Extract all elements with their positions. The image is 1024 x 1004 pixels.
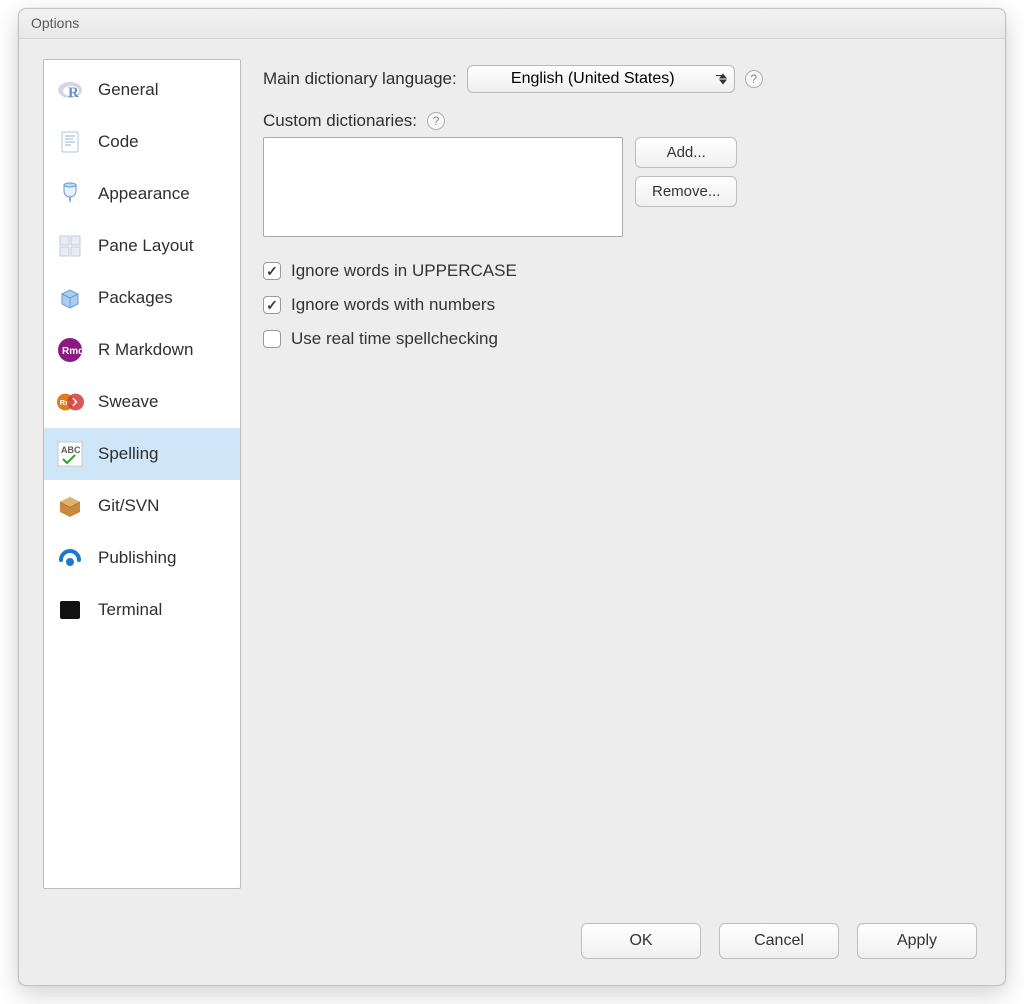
remove-button[interactable]: Remove... <box>635 176 737 207</box>
checkbox-label: Ignore words in UPPERCASE <box>291 261 517 281</box>
sidebar-item-label: Git/SVN <box>98 496 159 516</box>
check-ignore-numbers-row[interactable]: Ignore words with numbers <box>263 295 981 315</box>
language-select[interactable]: English (United States) <box>467 65 735 93</box>
sidebar-item-label: Code <box>98 132 139 152</box>
sidebar-item-label: Spelling <box>98 444 159 464</box>
sidebar-item-code[interactable]: Code <box>44 116 240 168</box>
dialog-body: R General Code <box>19 39 1005 917</box>
checkbox-label: Use real time spellchecking <box>291 329 498 349</box>
spellcheck-icon: ABC <box>56 440 84 468</box>
check-realtime-row[interactable]: Use real time spellchecking <box>263 329 981 349</box>
sidebar-item-label: Sweave <box>98 392 158 412</box>
rmd-icon: Rmd <box>56 336 84 364</box>
publish-icon <box>56 544 84 572</box>
add-button[interactable]: Add... <box>635 137 737 168</box>
sidebar-item-label: Packages <box>98 288 173 308</box>
sidebar-item-label: Publishing <box>98 548 176 568</box>
code-file-icon <box>56 128 84 156</box>
sweave-icon: Rnw <box>56 388 84 416</box>
checkbox-ignore-numbers[interactable] <box>263 296 281 314</box>
sidebar-item-general[interactable]: R General <box>44 64 240 116</box>
r-logo-icon: R <box>56 76 84 104</box>
terminal-icon <box>56 596 84 624</box>
custom-dict-label: Custom dictionaries: <box>263 111 417 131</box>
checkbox-label: Ignore words with numbers <box>291 295 495 315</box>
dialog-footer: OK Cancel Apply <box>19 917 1005 985</box>
sidebar-item-rmarkdown[interactable]: Rmd R Markdown <box>44 324 240 376</box>
sidebar-item-sweave[interactable]: Rnw Sweave <box>44 376 240 428</box>
sidebar-item-publishing[interactable]: Publishing <box>44 532 240 584</box>
sidebar-item-label: Pane Layout <box>98 236 193 256</box>
content-pane: Main dictionary language: English (Unite… <box>263 59 981 917</box>
options-dialog: Options R General <box>18 8 1006 986</box>
language-label: Main dictionary language: <box>263 69 457 89</box>
apply-button[interactable]: Apply <box>857 923 977 959</box>
sidebar-item-appearance[interactable]: Appearance <box>44 168 240 220</box>
svg-text:ABC: ABC <box>61 445 81 455</box>
help-icon[interactable]: ? <box>427 112 445 130</box>
sidebar-item-packages[interactable]: Packages <box>44 272 240 324</box>
checkbox-ignore-uppercase[interactable] <box>263 262 281 280</box>
updown-caret-icon <box>719 74 727 85</box>
dialog-title: Options <box>19 9 1005 39</box>
paint-bucket-icon <box>56 180 84 208</box>
ok-button[interactable]: OK <box>581 923 701 959</box>
cancel-button[interactable]: Cancel <box>719 923 839 959</box>
panes-icon <box>56 232 84 260</box>
sidebar-item-label: General <box>98 80 158 100</box>
check-ignore-uppercase-row[interactable]: Ignore words in UPPERCASE <box>263 261 981 281</box>
checkbox-realtime[interactable] <box>263 330 281 348</box>
sidebar-item-terminal[interactable]: Terminal <box>44 584 240 636</box>
svg-text:R: R <box>68 85 79 101</box>
sidebar-item-spelling[interactable]: ABC Spelling <box>44 428 240 480</box>
sidebar: R General Code <box>43 59 241 889</box>
sidebar-item-git-svn[interactable]: Git/SVN <box>44 480 240 532</box>
language-select-value: English (United States) <box>511 70 675 87</box>
language-select-wrap: English (United States) <box>467 65 735 93</box>
sidebar-item-label: Appearance <box>98 184 190 204</box>
package-box-icon <box>56 284 84 312</box>
svg-text:Rmd: Rmd <box>62 346 83 357</box>
sidebar-item-pane-layout[interactable]: Pane Layout <box>44 220 240 272</box>
help-icon[interactable]: ? <box>745 70 763 88</box>
git-box-icon <box>56 492 84 520</box>
custom-dictionaries-list[interactable] <box>263 137 623 237</box>
sidebar-item-label: R Markdown <box>98 340 193 360</box>
sidebar-item-label: Terminal <box>98 600 162 620</box>
